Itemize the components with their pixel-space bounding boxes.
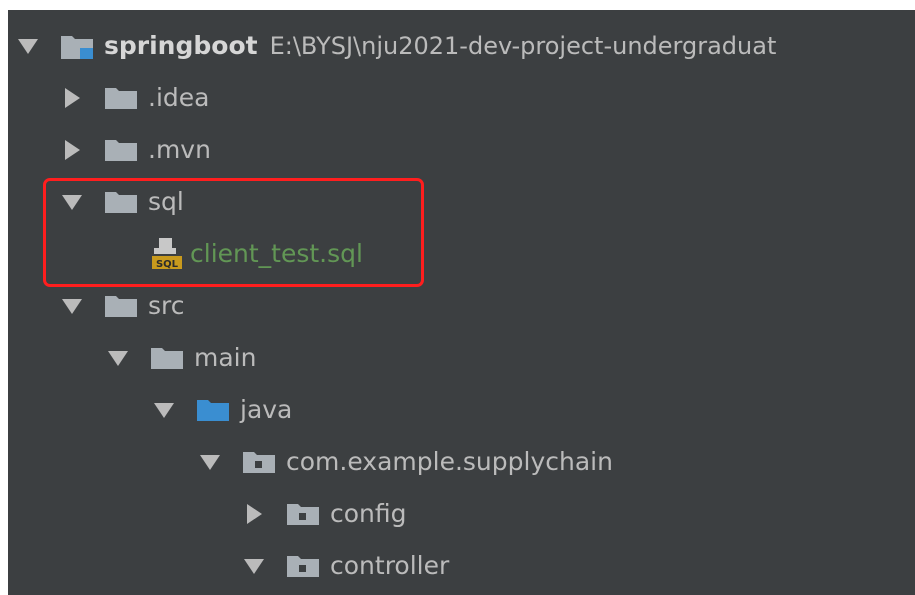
expand-arrow-icon[interactable]: [200, 454, 220, 470]
tree-node-controller[interactable]: controller: [8, 540, 915, 592]
source-folder-icon: [196, 398, 230, 422]
expand-arrow-icon[interactable]: [62, 298, 82, 314]
expand-arrow-icon[interactable]: [108, 350, 128, 366]
collapse-arrow-icon[interactable]: [65, 140, 80, 160]
sql-file-icon: SQL: [150, 236, 186, 272]
svg-text:SQL: SQL: [156, 259, 179, 270]
tree-node-main[interactable]: main: [8, 332, 915, 384]
folder-icon: [150, 346, 184, 370]
root-project-path: E:\BYSJ\nju2021-dev-project-undergraduat: [269, 32, 777, 60]
tree-node-label: com.example.supplychain: [286, 447, 613, 476]
tree-node-label: client_test.sql: [190, 239, 363, 268]
package-icon: [242, 450, 276, 474]
collapse-arrow-icon[interactable]: [247, 504, 262, 524]
project-tree-panel: springboot E:\BYSJ\nju2021-dev-project-u…: [8, 10, 915, 595]
tree-node-sql[interactable]: sql: [8, 176, 915, 228]
folder-icon: [104, 190, 138, 214]
tree-node-idea[interactable]: .idea: [8, 72, 915, 124]
module-folder-icon: [60, 34, 94, 59]
collapse-arrow-icon[interactable]: [65, 88, 80, 108]
tree-node-label: src: [148, 291, 185, 320]
package-icon: [286, 502, 320, 526]
tree-node-java[interactable]: java: [8, 384, 915, 436]
expand-arrow-icon[interactable]: [244, 558, 264, 574]
expand-arrow-icon[interactable]: [154, 402, 174, 418]
expand-arrow-icon[interactable]: [18, 38, 38, 54]
folder-icon: [104, 86, 138, 110]
root-project-name: springboot: [104, 31, 258, 60]
tree-node-label: .idea: [148, 83, 210, 112]
tree-node-config[interactable]: config: [8, 488, 915, 540]
tree-node-client-test-sql[interactable]: SQL client_test.sql: [8, 228, 915, 280]
folder-icon: [104, 138, 138, 162]
tree-node-label: .mvn: [148, 135, 211, 164]
tree-node-src[interactable]: src: [8, 280, 915, 332]
tree-node-label: main: [194, 343, 257, 372]
tree-node-label: java: [240, 395, 293, 424]
tree-node-label: config: [330, 499, 407, 528]
tree-node-label: controller: [330, 551, 450, 580]
tree-node-springboot[interactable]: springboot E:\BYSJ\nju2021-dev-project-u…: [8, 20, 915, 72]
tree-node-com-example-supplychain[interactable]: com.example.supplychain: [8, 436, 915, 488]
expand-arrow-icon[interactable]: [62, 194, 82, 210]
tree-node-mvn[interactable]: .mvn: [8, 124, 915, 176]
tree-node-label: sql: [148, 187, 184, 216]
folder-icon: [104, 294, 138, 318]
package-icon: [286, 554, 320, 578]
